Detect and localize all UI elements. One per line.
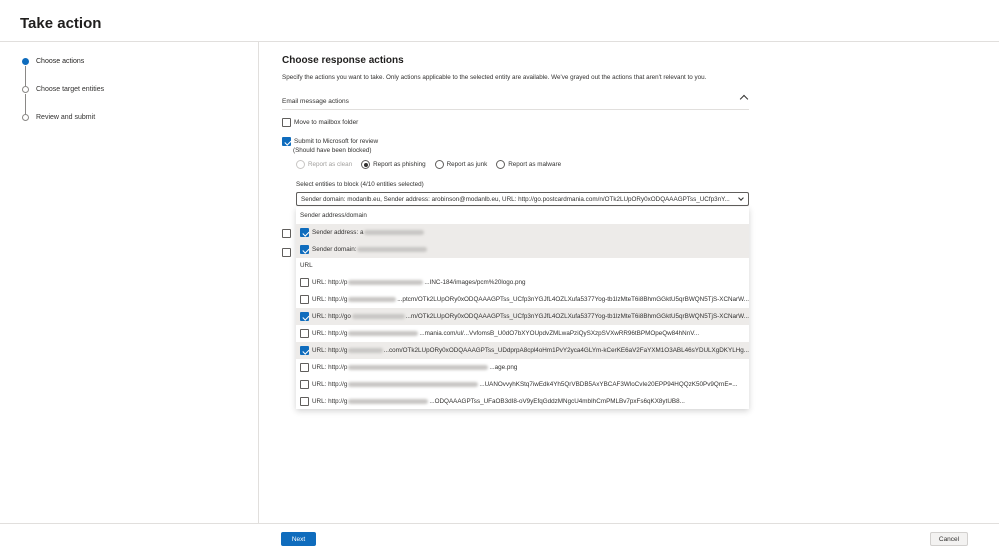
option-label: URL: http://p — [312, 279, 348, 286]
checkbox-icon[interactable] — [300, 278, 309, 287]
step-pending-icon — [22, 113, 29, 121]
step-choose-target-entities[interactable]: Choose target entities — [22, 82, 104, 96]
checkbox-checked-icon[interactable] — [300, 312, 309, 321]
option-url[interactable]: URL: http://g ...ptcm/OTk2LUpORy0xODQAAAG… — [296, 291, 749, 308]
option-url[interactable]: URL: http://g ...mania.com/ul/...VvfomsB_… — [296, 325, 749, 342]
checkbox-icon[interactable] — [300, 295, 309, 304]
step-review-and-submit[interactable]: Review and submit — [22, 110, 95, 124]
redacted-text — [364, 230, 425, 235]
option-label: ...ODQAAAGPTss_UFaOB3dI8-oV9yEfqGddzMNgc… — [429, 398, 685, 405]
option-label: URL: http://g — [312, 381, 348, 388]
submit-to-microsoft-checkbox[interactable]: Submit to Microsoft for review — [282, 137, 378, 146]
radio-label: Report as clean — [308, 161, 353, 168]
redacted-text — [348, 280, 424, 285]
email-actions-title: Email message actions — [282, 98, 349, 105]
redacted-text — [348, 297, 397, 302]
next-button[interactable]: Next — [281, 532, 316, 546]
redacted-text — [351, 314, 405, 319]
option-label: URL: http://g — [312, 330, 348, 337]
option-label: URL: http://g — [312, 398, 348, 405]
option-url[interactable]: URL: http://go ...m/OTk2LUpORy0xODQAAAGPT… — [296, 308, 749, 325]
checkbox-icon[interactable] — [300, 397, 309, 406]
checkbox-checked-icon[interactable] — [300, 346, 309, 355]
radio-report-as-clean[interactable]: Report as clean — [296, 160, 352, 169]
checkbox-icon[interactable] — [300, 329, 309, 338]
option-label: URL: http://p — [312, 364, 348, 371]
option-label: URL: http://g — [312, 296, 348, 303]
section-heading: Choose response actions — [282, 55, 404, 66]
entities-dropdown-list: Sender address/domain Sender address: a … — [296, 207, 749, 409]
option-url[interactable]: URL: http://g ...UANOvvyhKStq7iwEdk4Yh5Qr… — [296, 376, 749, 393]
page-title: Take action — [20, 15, 102, 32]
redacted-text — [348, 331, 419, 336]
submit-sublabel: (Should have been blocked) — [293, 147, 372, 154]
chevron-up-icon[interactable] — [739, 94, 749, 104]
dropdown-value: Sender domain: modanlb.eu, Sender addres… — [301, 196, 730, 203]
step-label: Review and submit — [36, 113, 96, 121]
checkbox-icon[interactable] — [300, 363, 309, 372]
option-label: URL: http://go — [312, 313, 351, 320]
radio-label: Report as phishing — [373, 161, 426, 168]
option-url[interactable]: URL: http://p ...age.png — [296, 359, 749, 376]
checkbox-icon[interactable] — [300, 380, 309, 389]
step-active-icon — [22, 57, 29, 65]
move-to-mailbox-checkbox[interactable]: Move to mailbox folder — [282, 118, 358, 127]
checkbox-label: Move to mailbox folder — [294, 119, 359, 126]
option-url[interactable]: URL: http://p ...INC-184/images/pcm%20log… — [296, 274, 749, 291]
option-label: URL: http://g — [312, 347, 348, 354]
section-description: Specify the actions you want to take. On… — [282, 74, 707, 81]
footer-bar — [0, 523, 999, 555]
email-actions-header[interactable]: Email message actions — [282, 93, 749, 110]
option-label: ...ptcm/OTk2LUpORy0xODQAAAGPTss_UCfp3nYG… — [397, 296, 749, 303]
radio-label: Report as malware — [508, 161, 562, 168]
option-url[interactable]: URL: http://g ...com/OTk2LUpORy0xODQAAAGP… — [296, 342, 749, 359]
hidden-checkbox[interactable] — [282, 248, 291, 257]
step-label: Choose actions — [36, 57, 85, 65]
option-label: ...age.png — [489, 364, 518, 371]
entities-dropdown[interactable]: Sender domain: modanlb.eu, Sender addres… — [296, 192, 749, 206]
title-bar: Take action — [0, 0, 999, 42]
checkbox-label: Submit to Microsoft for review — [294, 138, 379, 145]
checkbox-checked-icon[interactable] — [282, 137, 291, 146]
radio-label: Report as junk — [446, 161, 488, 168]
cancel-button[interactable]: Cancel — [930, 532, 968, 546]
radio-report-as-junk[interactable]: Report as junk — [434, 160, 488, 169]
group-header-url: URL — [300, 262, 313, 269]
radio-icon[interactable] — [496, 160, 506, 169]
hidden-checkbox[interactable] — [282, 229, 291, 238]
radio-selected-icon[interactable] — [361, 160, 371, 169]
redacted-text — [357, 247, 428, 252]
radio-report-as-phishing[interactable]: Report as phishing — [361, 160, 426, 169]
option-url[interactable]: URL: http://g ...ODQAAAGPTss_UFaOB3dI8-oV… — [296, 393, 749, 410]
checkbox-icon[interactable] — [282, 118, 291, 127]
radio-icon[interactable] — [296, 160, 305, 169]
select-entities-label: Select entities to block (4/10 entities … — [296, 181, 424, 188]
option-label: ...com/OTk2LUpORy0xODQAAAGPTss_UDdprpA8c… — [383, 347, 749, 354]
option-label: ...m/OTk2LUpORy0xODQAAAGPTss_UCfp3nYGJfL… — [405, 313, 749, 320]
option-sender-address[interactable]: Sender address: a — [296, 224, 749, 241]
option-sender-domain[interactable]: Sender domain: — [296, 241, 749, 258]
group-header-sender: Sender address/domain — [300, 212, 367, 219]
redacted-text — [348, 365, 489, 370]
redacted-text — [348, 348, 383, 353]
redacted-text — [348, 382, 479, 387]
radio-report-as-malware[interactable]: Report as malware — [496, 160, 561, 169]
option-label: ...INC-184/images/pcm%20logo.png — [424, 279, 526, 286]
option-label: ...UANOvvyhKStq7iwEdk4Yh5QrVBDB5AxYBCAF3… — [479, 381, 738, 388]
step-label: Choose target entities — [36, 85, 105, 93]
step-choose-actions[interactable]: Choose actions — [22, 54, 84, 68]
checkbox-checked-icon[interactable] — [300, 228, 309, 237]
redacted-text — [348, 399, 429, 404]
option-label: ...mania.com/ul/...VvfomsB_U0dO7bXYOUpdv… — [419, 330, 700, 337]
checkbox-checked-icon[interactable] — [300, 245, 309, 254]
report-type-radio-group: Report as clean Report as phishing Repor… — [296, 159, 570, 170]
option-label: Sender address: a — [312, 229, 364, 236]
option-label: Sender domain: — [312, 246, 357, 253]
step-pending-icon — [22, 85, 29, 93]
radio-icon[interactable] — [434, 160, 444, 169]
chevron-down-icon[interactable] — [738, 195, 744, 201]
